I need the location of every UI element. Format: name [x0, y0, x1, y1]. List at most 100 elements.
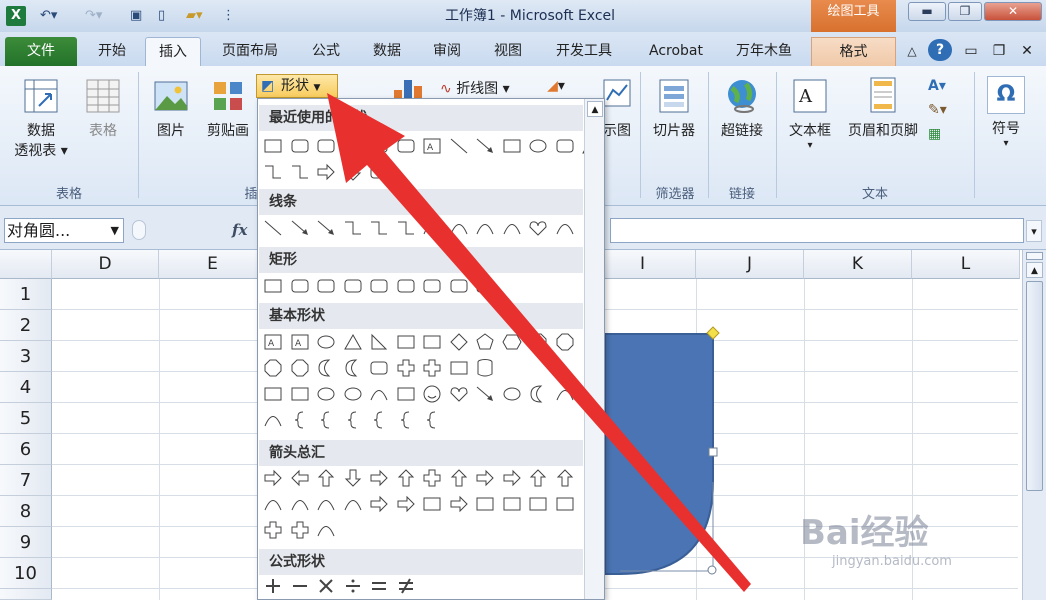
shape-plus-icon[interactable] — [262, 575, 284, 597]
shape-rect-icon[interactable] — [448, 357, 470, 379]
header-footer-button[interactable]: 页眉和页脚 — [840, 76, 926, 140]
shape-rtri-icon[interactable] — [368, 331, 390, 353]
shape-rrect-icon[interactable] — [315, 135, 337, 157]
help-icon[interactable]: ? — [928, 39, 952, 61]
shape-curve-icon[interactable] — [554, 383, 576, 405]
redo-icon[interactable]: ↷▾ — [85, 6, 102, 26]
shape-rrect-icon[interactable] — [368, 161, 390, 183]
minimize-button[interactable]: ▬ — [908, 2, 946, 21]
shape-textbox-icon[interactable]: A — [289, 331, 311, 353]
tab-format[interactable]: 格式 — [811, 37, 896, 66]
shape-brace-icon[interactable] — [368, 409, 390, 431]
table-button[interactable]: 表格 — [78, 76, 128, 140]
shape-brace-icon[interactable] — [395, 409, 417, 431]
shape-rarrow-icon[interactable] — [368, 493, 390, 515]
shape-oval-icon[interactable] — [342, 383, 364, 405]
undo-icon[interactable]: ↶▾ — [40, 6, 57, 26]
shape-cross-icon[interactable] — [262, 519, 284, 541]
shape-cross-icon[interactable] — [421, 357, 443, 379]
shape-rarrow-icon[interactable] — [368, 467, 390, 489]
shape-rrect-icon[interactable] — [395, 135, 417, 157]
shape-rarrow-icon[interactable] — [395, 493, 417, 515]
shape-uarrow-icon[interactable] — [395, 467, 417, 489]
shape-octa-icon[interactable] — [262, 357, 284, 379]
row-header[interactable]: 3 — [0, 341, 52, 372]
shape-rect-icon[interactable] — [262, 135, 284, 157]
shapes-button[interactable]: ◩ 形状 ▼ — [256, 74, 338, 98]
shape-cross-icon[interactable] — [289, 519, 311, 541]
shape-tri-icon[interactable] — [342, 331, 364, 353]
split-handle[interactable] — [1026, 252, 1043, 260]
shape-curve-icon[interactable] — [289, 493, 311, 515]
shape-rrect-icon[interactable] — [421, 275, 443, 297]
shape-curve-icon[interactable] — [554, 217, 576, 239]
object-icon[interactable]: ▦ — [928, 122, 968, 146]
shape-rrect-icon[interactable] — [554, 135, 576, 157]
shape-arrowline-icon[interactable] — [315, 217, 337, 239]
symbol-button[interactable]: Ω 符号 ▾ — [982, 76, 1030, 149]
scroll-up-icon[interactable]: ▲ — [1026, 262, 1043, 278]
shape-uarrow-icon[interactable] — [448, 467, 470, 489]
pivot-table-button[interactable]: 数据 透视表 ▾ — [8, 76, 74, 160]
shape-rect-icon[interactable] — [262, 383, 284, 405]
hyperlink-button[interactable]: 超链接 — [712, 76, 772, 140]
shape-rrect-icon[interactable] — [342, 275, 364, 297]
shape-rrect-icon[interactable] — [368, 357, 390, 379]
shape-moon-icon[interactable] — [342, 357, 364, 379]
save-icon[interactable]: ▣ — [130, 6, 142, 26]
shape-heart-icon[interactable] — [527, 217, 549, 239]
shape-rarrow-icon[interactable] — [474, 467, 496, 489]
shape-moon-icon[interactable] — [315, 357, 337, 379]
shape-rect-icon[interactable] — [554, 493, 576, 515]
shape-curve-icon[interactable] — [342, 493, 364, 515]
column-header-i[interactable]: I — [590, 250, 696, 279]
scroll-up-icon[interactable]: ▲ — [587, 101, 603, 117]
shape-nequal-icon[interactable] — [395, 575, 417, 597]
shape-moon-icon[interactable] — [527, 383, 549, 405]
shape-minus-icon[interactable] — [289, 575, 311, 597]
tab-developer[interactable]: 开发工具 — [542, 37, 626, 66]
shape-line-icon[interactable] — [262, 217, 284, 239]
shape-arrowline-icon[interactable] — [474, 135, 496, 157]
doc-restore-icon[interactable]: ❐ — [990, 37, 1008, 66]
shape-curve-icon[interactable] — [421, 217, 443, 239]
shape-rrect-icon[interactable] — [448, 275, 470, 297]
shape-rrect-icon[interactable] — [315, 275, 337, 297]
shape-smile-icon[interactable] — [421, 383, 443, 405]
shape-octa-icon[interactable] — [289, 357, 311, 379]
tab-wannianmuyu[interactable]: 万年木鱼 — [722, 37, 806, 66]
column-header-j[interactable]: J — [696, 250, 804, 279]
shape-uarrow-icon[interactable] — [554, 467, 576, 489]
row-header[interactable]: 2 — [0, 310, 52, 341]
shape-cross-icon[interactable] — [395, 357, 417, 379]
shape-arrowline-icon[interactable] — [289, 217, 311, 239]
shape-curve-icon[interactable] — [448, 217, 470, 239]
scroll-thumb[interactable] — [1026, 281, 1043, 491]
shape-curve-icon[interactable] — [262, 409, 284, 431]
shape-line-icon[interactable] — [448, 135, 470, 157]
tab-file[interactable]: 文件 — [5, 37, 77, 66]
tab-home[interactable]: 开始 — [86, 37, 138, 66]
shape-elbow-icon[interactable] — [395, 217, 417, 239]
column-header-e[interactable]: E — [159, 250, 267, 279]
row-header[interactable] — [0, 589, 52, 600]
shape-elbow-icon[interactable] — [262, 161, 284, 183]
column-header-d[interactable]: D — [52, 250, 159, 279]
resize-handle[interactable] — [708, 447, 718, 457]
shape-rrect-icon[interactable] — [474, 275, 496, 297]
shape-elbow-icon[interactable] — [289, 161, 311, 183]
area-chart-button[interactable]: ◢▾ — [538, 78, 574, 94]
slicer-button[interactable]: 切片器 — [646, 76, 702, 140]
shape-rarrow-icon[interactable] — [315, 161, 337, 183]
restore-button[interactable]: ❐ — [948, 2, 982, 21]
shape-elbow-icon[interactable] — [368, 217, 390, 239]
shape-uarrow-icon[interactable] — [527, 467, 549, 489]
shape-rrect-icon[interactable] — [289, 135, 311, 157]
shape-curve-icon[interactable] — [315, 519, 337, 541]
column-header-k[interactable]: K — [804, 250, 912, 279]
shape-can-icon[interactable] — [474, 357, 496, 379]
open-folder-icon[interactable]: ▰▾ — [186, 6, 203, 26]
tab-review[interactable]: 审阅 — [420, 37, 474, 66]
shape-curve-icon[interactable] — [474, 217, 496, 239]
shape-equal-icon[interactable] — [368, 575, 390, 597]
